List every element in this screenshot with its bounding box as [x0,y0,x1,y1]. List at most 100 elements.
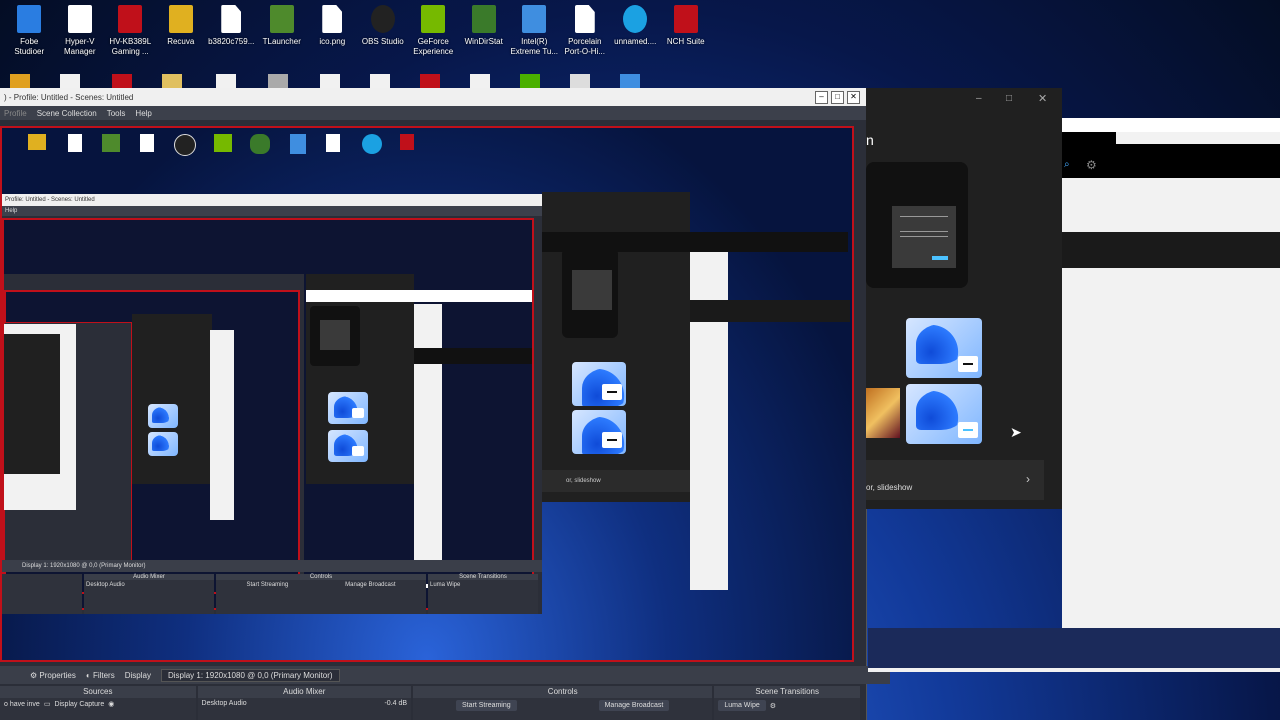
start-streaming-button[interactable]: Start Streaming [456,700,517,711]
filters-button[interactable]: ◐ Filters [86,671,115,680]
tlauncher-icon [268,4,296,34]
nested-dark-bar-2 [690,300,850,322]
white-strip [1062,118,1280,132]
obs-title-bar: ) - Profile: Untitled - Scenes: Untitled… [0,88,866,106]
desktop-icon[interactable]: Intel(R) Extreme Tu... [509,4,560,57]
monitor-icon: ▭ [43,701,51,708]
nested-preview [2,218,534,610]
preview-canvas[interactable]: or, slideshow Profile: Untitled - Scenes… [0,126,854,662]
nested-settings-level4 [306,274,414,484]
menu-profile[interactable]: Profile [4,109,27,118]
sources-title: Sources [0,686,196,698]
desktop-icon[interactable]: ico.png [307,4,358,57]
desktop-icon[interactable]: Porcelain Port-O-Hi... [560,4,611,57]
desktop-icon-label: Fobe Studioer [14,37,45,56]
desktop-icon-label: GeForce Experience [413,37,454,56]
transitions-title: Scene Transitions [714,686,860,698]
audio-mixer-title: Audio Mixer [197,686,412,698]
menu-tools[interactable]: Tools [107,109,126,118]
obs-docks: Sources o have inve ▭ Display Capture ◉ Aud… [0,686,860,720]
desktop-icon[interactable]: GeForce Experience [408,4,459,57]
controls-title: Controls [413,686,713,698]
maximize-button[interactable]: □ [831,91,844,104]
edge-icon [621,4,649,34]
desktop-audio-db: -0.4 dB [384,700,408,707]
preview-window-icon [892,206,956,268]
properties-button[interactable]: ⚙ Properties [30,671,76,680]
transitions-dock: Scene Transitions Luma Wipe ⚙ [714,686,860,720]
obs-icon [369,4,397,34]
nested-icons [2,132,432,172]
desktop-audio-label: Desktop Audio [201,700,247,707]
display-select[interactable]: Display 1: 1920x1080 @ 0,0 (Primary Moni… [160,668,340,682]
desktop-icon-label: unnamed.... [614,37,657,46]
nested-manage: Manage Broadcast [345,582,396,588]
desktop-icon-row: Fobe Studioer Hyper-V Manager HV-KB389L Ga… [4,4,711,57]
settings-partial-title: n [866,132,874,148]
menu-scene-collection[interactable]: Scene Collection [37,109,97,118]
desktop-strip [868,628,1280,668]
light-line [868,668,1280,672]
desktop-icon-label: HV-KB389L Gaming ... [109,37,152,56]
background-row-text: or, slideshow [866,483,913,492]
desktop-icon[interactable]: Fobe Studioer [4,4,55,57]
desktop-icon-label: Porcelain Port-O-Hi... [564,37,605,56]
search-icon[interactable]: ⌕ [1064,159,1070,170]
nested-row-text: or, slideshow [542,470,690,492]
nested-obs-title: Profile: Untitled - Scenes: Untitled [2,194,542,206]
minimize-icon[interactable]: – [976,93,982,104]
desktop-icon[interactable]: TLauncher [257,4,308,57]
desktop-icon[interactable]: HV-KB389L Gaming ... [105,4,156,57]
nested-menu-help: Help [5,208,18,214]
desktop-icon[interactable]: WinDirStat [459,4,510,57]
obs-menu-bar: Profile Scene Collection Tools Help [0,106,866,120]
light-settings-panel: ↻ ⌄ [1062,118,1280,628]
wallpaper-thumb-partial[interactable] [866,388,900,438]
desktop-icon-label: Hyper-V Manager [63,37,96,56]
background-row[interactable]: or, slideshow › [866,460,1044,500]
desktop-icon-label: Recuva [167,37,195,46]
nested-light-panel [690,240,728,590]
gear-icon[interactable]: ⚙ [1086,158,1097,172]
settings-title-bar: – □ ✕ [866,88,1062,112]
desktop-icon-label: OBS Studio [361,37,404,46]
desktop-icon-label: ico.png [319,37,346,46]
desktop-icon[interactable]: Recuva [156,4,207,57]
desktop-icon-label: TLauncher [262,37,301,46]
wallpaper-thumb-2[interactable] [906,384,982,444]
desktop-icon-label: b3820c759... [208,37,255,46]
obs-window: ) - Profile: Untitled - Scenes: Untitled… [0,88,890,720]
file-icon [217,4,245,34]
nested-luma: Luma Wipe [430,582,461,588]
maximize-icon[interactable]: □ [1006,93,1012,104]
desktop-icon[interactable]: unnamed.... [610,4,661,57]
wallpaper-thumb-1[interactable] [906,318,982,378]
obs-source-toolbar: ⚙ Properties ◐ Filters Display Display 1… [0,666,890,684]
gear-icon[interactable]: ⚙ [770,702,776,710]
sources-dock: Sources o have inve ▭ Display Capture ◉ [0,686,196,720]
chevron-right-icon: › [1026,472,1030,486]
recuva-icon [167,4,195,34]
close-button[interactable]: ✕ [847,91,860,104]
sources-partial-text: o have inve [4,700,40,708]
minimize-button[interactable]: – [815,91,828,104]
file-icon [571,4,599,34]
desktop-icon[interactable]: NCH Suite [661,4,712,57]
desktop-icon[interactable]: OBS Studio [358,4,409,57]
desktop-icon[interactable]: b3820c759... [206,4,257,57]
nested-dark-bar [542,232,848,252]
filters-label: Filters [92,670,115,680]
source-display-capture[interactable]: Display Capture [54,701,104,708]
toolbar-icons: ⌕ ⚙ [1062,155,1116,177]
nvidia-icon [419,4,447,34]
controls-dock: Controls Start Streaming Manage Broadcast [413,686,713,720]
close-icon[interactable]: ✕ [1038,92,1047,105]
address-bar [1062,232,1280,268]
eye-icon[interactable]: ◉ [108,700,114,708]
manage-broadcast-button[interactable]: Manage Broadcast [598,700,670,711]
menu-help[interactable]: Help [135,109,151,118]
nested-desktop: or, slideshow Profile: Untitled - Scenes… [2,128,852,660]
desktop-icon[interactable]: Hyper-V Manager [55,4,106,57]
transition-select[interactable]: Luma Wipe [718,700,766,711]
nch-icon [672,4,700,34]
